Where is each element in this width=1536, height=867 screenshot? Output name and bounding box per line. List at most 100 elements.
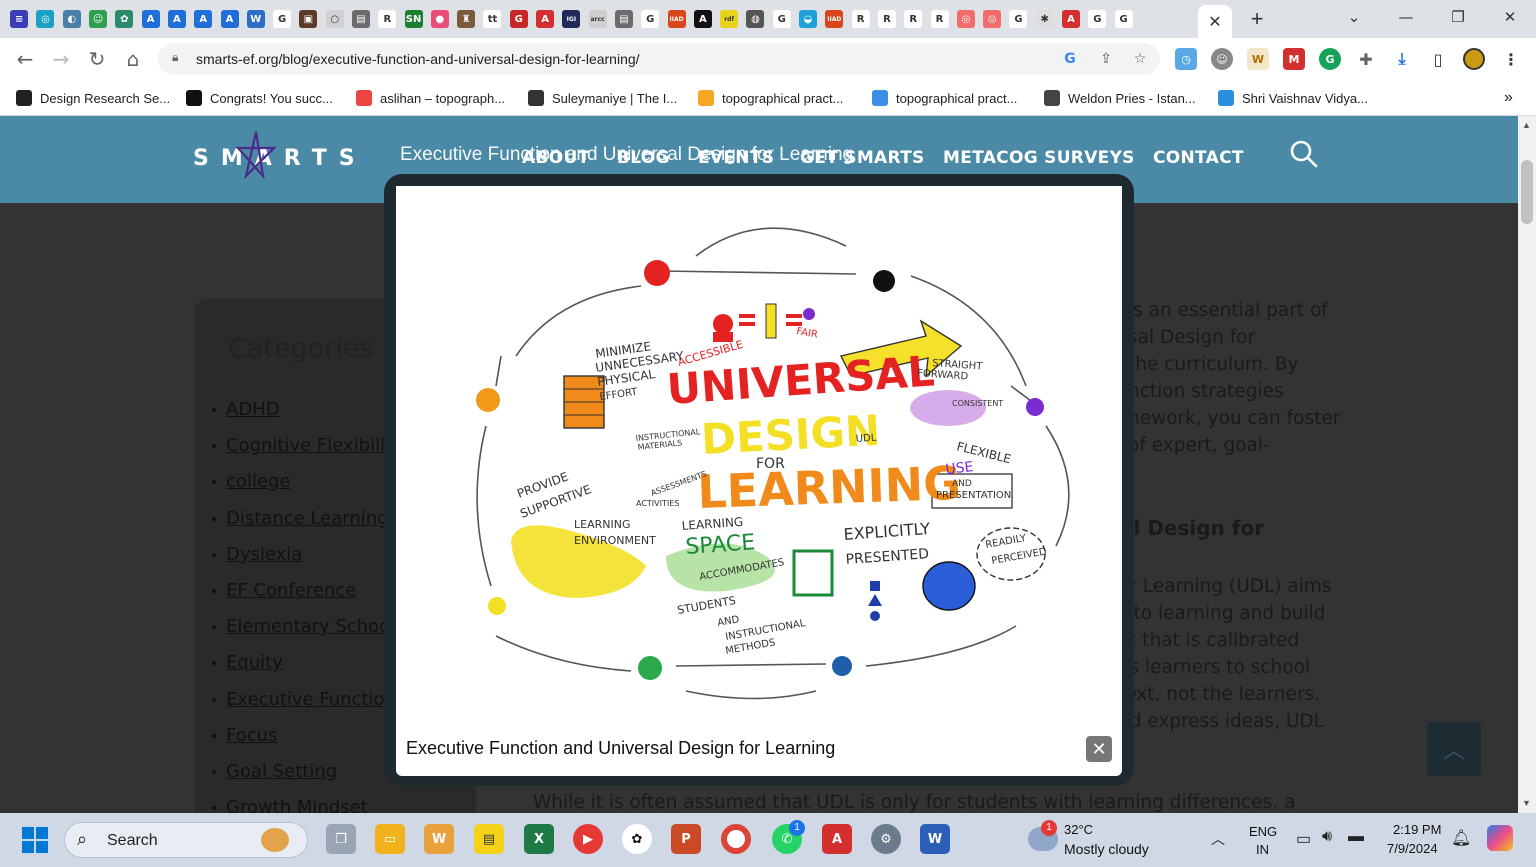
tab-igi-icon[interactable]: IGI [558,7,584,31]
extension-avatar-icon[interactable]: ☺ [1211,48,1233,70]
tab-google-icon[interactable]: G [769,7,795,31]
word-icon[interactable]: W [920,824,950,854]
category-link[interactable]: college [212,471,291,492]
tab-picture-icon[interactable]: ▤ [611,7,637,31]
category-link[interactable]: Distance Learning [212,508,389,529]
reload-icon[interactable]: ↻ [84,46,110,72]
tab-google-icon[interactable]: G [637,7,663,31]
tab-researchgate-icon[interactable]: R [900,7,926,31]
tab-grammarly-icon[interactable]: G [506,7,532,31]
bookmark-star-icon[interactable]: ☆ [1130,49,1150,69]
network-icon[interactable]: ▭ [1296,829,1311,849]
notification-bell-icon[interactable]: 🔔︎ [1451,828,1471,848]
tab-pdf-icon[interactable]: A [1058,7,1084,31]
category-link[interactable]: Equity [212,652,283,673]
tab-list-icon[interactable]: ≡ [6,7,32,31]
language-indicator[interactable]: ENG [1249,824,1277,839]
menu-kebab-icon[interactable]: ⋮ [1500,48,1522,70]
tab-letter-a-icon[interactable]: A [190,7,216,31]
task-view-icon[interactable]: ❐ [326,824,356,854]
acrobat-icon[interactable]: A [822,824,852,854]
tab-google-icon[interactable]: G [269,7,295,31]
url-text[interactable]: smarts-ef.org/blog/executive-function-an… [196,51,640,67]
nav-get-smarts[interactable]: GET SMARTS [800,148,925,168]
bookmark-item[interactable]: topographical pract... [872,86,1017,110]
tab-settings-icon[interactable]: ✱ [1032,7,1058,31]
copilot-icon[interactable] [1487,825,1513,851]
battery-icon[interactable]: ▬ [1348,828,1364,846]
nav-metacog-surveys[interactable]: METACOG SURVEYS [943,148,1135,168]
tab-letter-a-icon[interactable]: A [216,7,242,31]
tab-target-icon[interactable]: ◎ [953,7,979,31]
page-scrollbar[interactable]: ▲ ▼ [1518,116,1536,813]
search-icon[interactable] [1290,140,1318,168]
bookmark-item[interactable]: topographical pract... [698,86,843,110]
scroll-down-arrow-icon[interactable]: ▼ [1522,798,1531,808]
tab-rdf-icon[interactable]: rdf [716,7,742,31]
tab-letter-a-icon[interactable]: A [164,7,190,31]
extensions-puzzle-icon[interactable]: ✚ [1355,48,1377,70]
download-icon[interactable]: ⤓ [1391,48,1413,70]
tab-globe-icon[interactable]: ◍ [742,7,768,31]
window-close-icon[interactable]: ✕ [1487,4,1533,30]
lightbox-close-button[interactable]: ✕ [1086,736,1112,762]
chevron-up-icon[interactable]: ︿ [1211,829,1225,849]
back-to-top-button[interactable]: ︿ [1427,722,1481,776]
media-player-icon[interactable]: ▶ [573,824,603,854]
region-indicator[interactable]: IN [1256,842,1269,857]
category-link[interactable]: Cognitive Flexibility [212,435,403,456]
home-icon[interactable]: ⌂ [120,46,146,72]
category-link[interactable]: Dyslexia [211,544,302,565]
tab-google-icon[interactable]: G [1110,7,1136,31]
settings-gear-icon[interactable]: ⚙ [871,824,901,854]
bookmark-item[interactable]: aslihan – topograph... [356,86,505,110]
extension-w-icon[interactable]: W [1247,48,1269,70]
tab-researchgate-icon[interactable]: R [374,7,400,31]
weather-temperature[interactable]: 32°C [1064,822,1093,837]
word-online-icon[interactable]: W [424,824,454,854]
back-arrow-icon[interactable]: ← [12,46,38,72]
powerpoint-icon[interactable]: P [671,824,701,854]
extension-mendeley-icon[interactable]: M [1283,48,1305,70]
nav-events[interactable]: EVENTS [698,148,774,168]
volume-icon[interactable]: 🔊︎ [1322,828,1332,846]
category-link[interactable]: EF Conference [211,580,356,601]
category-link[interactable]: Focus [211,725,277,746]
tab-target-icon[interactable]: ◎ [979,7,1005,31]
tab-photo-icon[interactable]: ◎ [32,7,58,31]
windows-start-icon[interactable] [22,827,48,853]
tab-openai-icon[interactable]: ✿ [111,7,137,31]
tab-wordpress-icon[interactable]: W [243,7,269,31]
tab-tt-icon[interactable]: tt [479,7,505,31]
lock-icon[interactable]: 🔒︎ [172,50,178,65]
clock-date[interactable]: 7/9/2024 [1387,841,1438,856]
tab-letter-a-icon[interactable]: A [137,7,163,31]
profile-avatar[interactable] [1463,48,1485,70]
tab-search-chevron-icon[interactable]: ⌄ [1331,4,1377,30]
address-bar[interactable]: 🔒︎ smarts-ef.org/blog/executive-function… [158,43,1160,75]
tab-android-icon[interactable]: ☺ [85,7,111,31]
bookmark-item[interactable]: Shri Vaishnav Vidya... [1218,86,1368,110]
bookmark-item[interactable]: Congrats! You succ... [186,86,333,110]
tab-researchgate-icon[interactable]: R [848,7,874,31]
side-panel-icon[interactable]: ▯ [1427,48,1449,70]
tab-iiad-icon[interactable]: IIAD [821,7,847,31]
clock-time[interactable]: 2:19 PM [1393,822,1441,837]
nav-about[interactable]: ABOUT [522,148,589,168]
close-icon[interactable]: ✕ [1208,12,1221,32]
weather-description[interactable]: Mostly cloudy [1064,841,1149,857]
nav-contact[interactable]: CONTACT [1153,148,1244,168]
extension-timer-icon[interactable]: ◷ [1175,48,1197,70]
tab-circle-icon[interactable]: ◒ [795,7,821,31]
minimize-icon[interactable]: — [1383,4,1429,30]
category-link[interactable]: Elementary School [211,616,395,637]
category-link[interactable]: Goal Setting [211,761,337,782]
bookmark-item[interactable]: Design Research Se... [16,86,170,110]
tab-picture-icon[interactable]: ▤ [348,7,374,31]
scroll-up-arrow-icon[interactable]: ▲ [1522,120,1531,130]
new-tab-button[interactable]: + [1240,6,1274,31]
tab-chat-icon[interactable]: ● [427,7,453,31]
tab-google-icon[interactable]: G [1005,7,1031,31]
forward-arrow-icon[interactable]: → [48,46,74,72]
tab-iiad-icon[interactable]: IIAD [663,7,689,31]
